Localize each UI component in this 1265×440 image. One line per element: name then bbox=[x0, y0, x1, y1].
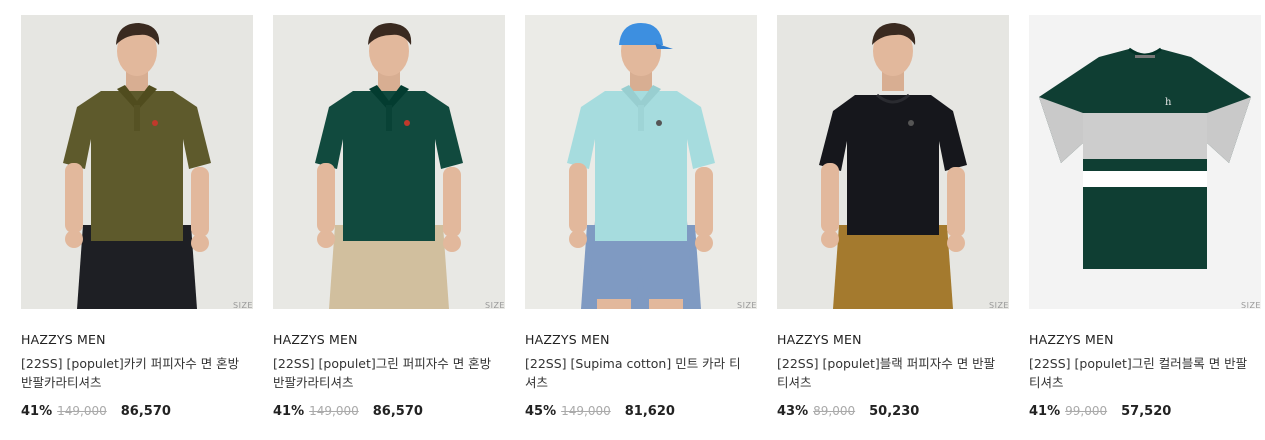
right-arm bbox=[695, 167, 713, 237]
sale-price: 86,570 bbox=[120, 404, 171, 419]
left-hand bbox=[317, 230, 335, 248]
original-price: 149,000 bbox=[309, 404, 359, 418]
original-price: 89,000 bbox=[813, 404, 856, 418]
product-photo bbox=[273, 15, 505, 309]
product-card[interactable]: SIZE HAZZYS MEN [22SS] [populet]카키 퍼피자수 … bbox=[21, 15, 253, 419]
left-arm bbox=[821, 163, 839, 233]
product-photo: h bbox=[1029, 15, 1261, 309]
product-brand[interactable]: HAZZYS MEN bbox=[1029, 332, 1261, 347]
pants bbox=[833, 225, 953, 309]
original-price: 149,000 bbox=[561, 404, 611, 418]
right-hand bbox=[191, 234, 209, 252]
logo-embroidery bbox=[908, 120, 914, 126]
discount-rate: 41% bbox=[21, 404, 53, 419]
discount-rate: 43% bbox=[777, 404, 809, 419]
product-brand[interactable]: HAZZYS MEN bbox=[21, 332, 253, 347]
neck-label bbox=[1135, 55, 1155, 58]
original-price: 149,000 bbox=[57, 404, 107, 418]
leg-left bbox=[597, 299, 631, 309]
right-arm bbox=[947, 167, 965, 237]
right-arm bbox=[443, 167, 461, 237]
product-brand[interactable]: HAZZYS MEN bbox=[777, 332, 1009, 347]
product-name[interactable]: [22SS] [Supima cotton] 민트 카라 티셔츠 bbox=[525, 354, 757, 392]
sale-price: 86,570 bbox=[372, 404, 423, 419]
product-photo bbox=[21, 15, 253, 309]
product-photo bbox=[777, 15, 1009, 309]
size-tag[interactable]: SIZE bbox=[233, 301, 253, 310]
right-hand bbox=[947, 234, 965, 252]
left-hand bbox=[65, 230, 83, 248]
discount-rate: 45% bbox=[525, 404, 557, 419]
product-grid: SIZE HAZZYS MEN [22SS] [populet]카키 퍼피자수 … bbox=[21, 15, 1261, 419]
product-image[interactable] bbox=[21, 15, 253, 309]
polo-placket bbox=[638, 105, 644, 131]
price-row: 41% 149,000 86,570 bbox=[273, 404, 505, 419]
product-card[interactable]: SIZE HAZZYS MEN [22SS] [populet]그린 퍼피자수 … bbox=[273, 15, 505, 419]
sale-price: 50,230 bbox=[869, 404, 920, 419]
right-arm bbox=[191, 167, 209, 237]
product-card[interactable]: h SIZE HAZZYS MEN [22SS] [populet]그린 컬러블… bbox=[1029, 15, 1261, 419]
left-arm bbox=[317, 163, 335, 233]
product-image[interactable] bbox=[777, 15, 1009, 309]
leg-right bbox=[649, 299, 683, 309]
price-row: 45% 149,000 81,620 bbox=[525, 404, 757, 419]
price-row: 43% 89,000 50,230 bbox=[777, 404, 1009, 419]
discount-rate: 41% bbox=[273, 404, 305, 419]
price-row: 41% 99,000 57,520 bbox=[1029, 404, 1261, 419]
white-stripe bbox=[1083, 171, 1207, 187]
product-image[interactable]: h bbox=[1029, 15, 1261, 309]
size-tag[interactable]: SIZE bbox=[485, 301, 505, 310]
left-hand bbox=[821, 230, 839, 248]
right-hand bbox=[443, 234, 461, 252]
logo-embroidery bbox=[152, 120, 158, 126]
product-name[interactable]: [22SS] [populet]카키 퍼피자수 면 혼방 반팔카라티셔츠 bbox=[21, 354, 253, 392]
sale-price: 81,620 bbox=[624, 404, 675, 419]
logo-embroidery bbox=[656, 120, 662, 126]
right-hand bbox=[695, 234, 713, 252]
left-hand bbox=[569, 230, 587, 248]
original-price: 99,000 bbox=[1065, 404, 1108, 418]
size-tag[interactable]: SIZE bbox=[1241, 301, 1261, 310]
product-image[interactable] bbox=[525, 15, 757, 309]
size-tag[interactable]: SIZE bbox=[989, 301, 1009, 310]
product-image[interactable] bbox=[273, 15, 505, 309]
product-name[interactable]: [22SS] [populet]그린 퍼피자수 면 혼방 반팔카라티셔츠 bbox=[273, 354, 505, 392]
product-name[interactable]: [22SS] [populet]블랙 퍼피자수 면 반팔티셔츠 bbox=[777, 354, 1009, 392]
product-card[interactable]: SIZE HAZZYS MEN [22SS] [populet]블랙 퍼피자수 … bbox=[777, 15, 1009, 419]
product-card[interactable]: SIZE HAZZYS MEN [22SS] [Supima cotton] 민… bbox=[525, 15, 757, 419]
sale-price: 57,520 bbox=[1121, 404, 1172, 419]
logo-mark: h bbox=[1165, 97, 1172, 108]
size-tag[interactable]: SIZE bbox=[737, 301, 757, 310]
product-photo bbox=[525, 15, 757, 309]
left-arm bbox=[65, 163, 83, 233]
gray-stripe bbox=[1083, 113, 1207, 159]
discount-rate: 41% bbox=[1029, 404, 1061, 419]
left-arm bbox=[569, 163, 587, 233]
product-brand[interactable]: HAZZYS MEN bbox=[273, 332, 505, 347]
product-name[interactable]: [22SS] [populet]그린 컬러블록 면 반팔티셔츠 bbox=[1029, 354, 1261, 392]
price-row: 41% 149,000 86,570 bbox=[21, 404, 253, 419]
polo-placket bbox=[386, 105, 392, 131]
logo-embroidery bbox=[404, 120, 410, 126]
product-brand[interactable]: HAZZYS MEN bbox=[525, 332, 757, 347]
polo-placket bbox=[134, 105, 140, 131]
